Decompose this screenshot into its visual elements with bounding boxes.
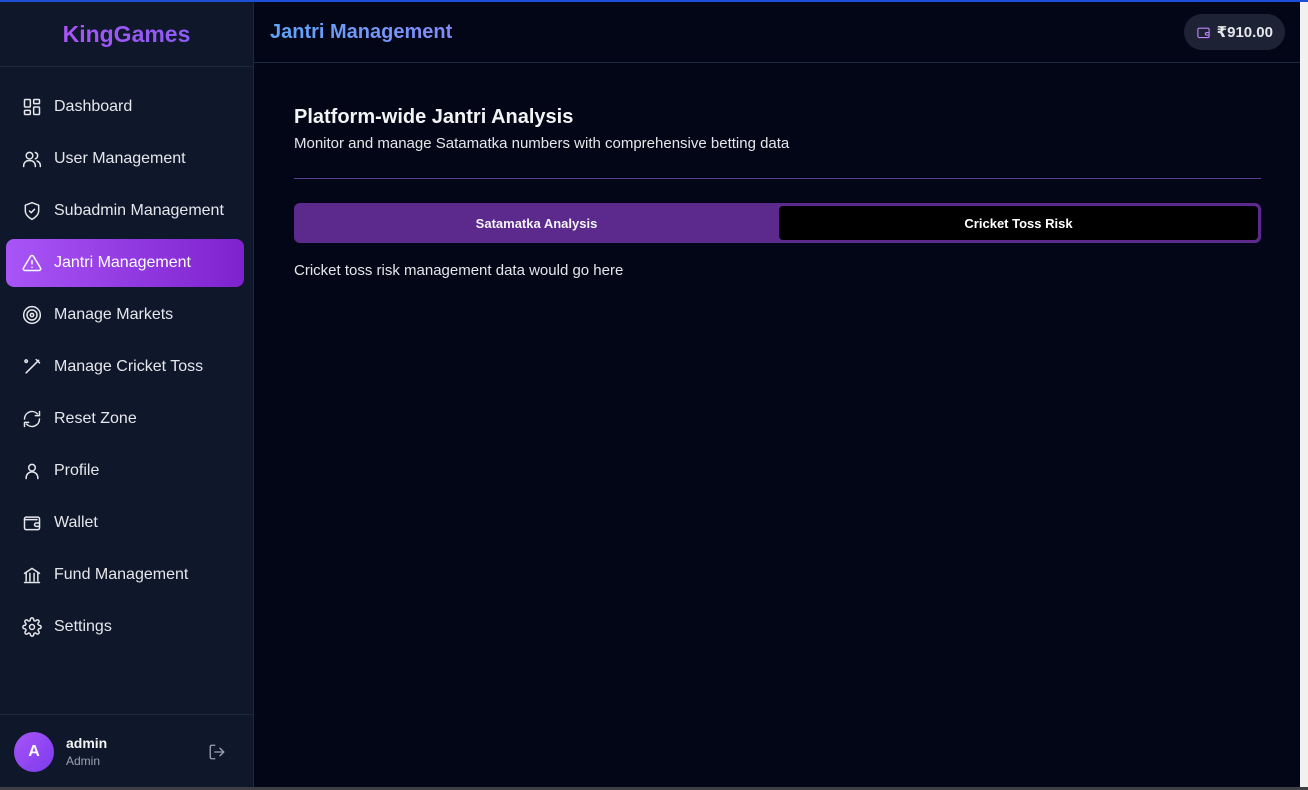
dashboard-icon: [22, 97, 42, 117]
sidebar-item-label: Profile: [54, 462, 100, 479]
cricket-bat-icon: [22, 357, 42, 377]
user-profile-box: A admin Admin: [0, 714, 253, 788]
sidebar-item-label: Manage Cricket Toss: [54, 358, 204, 375]
brand-name: KingGames: [62, 20, 191, 47]
brand-logo[interactable]: KingGames: [0, 2, 253, 67]
tab-cricket-toss-risk[interactable]: Cricket Toss Risk: [779, 206, 1258, 240]
refresh-icon: [22, 409, 42, 429]
main-content: Platform-wide Jantri Analysis Monitor an…: [294, 106, 1261, 279]
tab-satamatka-analysis[interactable]: Satamatka Analysis: [297, 206, 776, 240]
wallet-balance: ₹910.00: [1216, 24, 1273, 41]
tab-content-text: Cricket toss risk management data would …: [294, 262, 624, 279]
sidebar-item-label: Fund Management: [54, 566, 189, 583]
sidebar-item-label: Reset Zone: [54, 410, 137, 427]
wallet-icon: [1196, 27, 1210, 38]
bank-icon: [22, 565, 42, 585]
gear-icon: [22, 617, 42, 637]
scrollbar[interactable]: [1300, 2, 1308, 788]
header-title: Jantri Management: [270, 20, 453, 43]
user-role: Admin: [66, 754, 101, 768]
divider: [294, 178, 1261, 179]
sidebar-item-manage-cricket-toss[interactable]: Manage Cricket Toss: [6, 343, 244, 391]
sidebar-item-label: Manage Markets: [54, 306, 174, 323]
sidebar-item-user-management[interactable]: User Management: [6, 135, 244, 183]
user-icon: [22, 461, 42, 481]
sidebar-item-manage-markets[interactable]: Manage Markets: [6, 291, 244, 339]
sidebar: KingGames Dashboard User Management Suba…: [0, 2, 254, 788]
users-icon: [22, 149, 42, 169]
tab-bar: Satamatka Analysis Cricket Toss Risk: [294, 203, 1261, 243]
sidebar-item-label: Dashboard: [54, 98, 133, 115]
avatar[interactable]: A: [14, 731, 54, 772]
sidebar-item-settings[interactable]: Settings: [6, 603, 244, 651]
target-icon: [22, 305, 42, 325]
sidebar-item-fund-management[interactable]: Fund Management: [6, 551, 244, 599]
alert-triangle-icon: [22, 253, 42, 273]
logout-icon[interactable]: [208, 743, 226, 761]
wallet-icon: [22, 513, 42, 533]
sidebar-item-subadmin-management[interactable]: Subadmin Management: [6, 187, 244, 235]
shield-check-icon: [22, 201, 42, 221]
wallet-balance-button[interactable]: ₹910.00: [1183, 14, 1285, 50]
sidebar-nav: Dashboard User Management Subadmin Manag…: [0, 67, 253, 651]
sidebar-item-wallet[interactable]: Wallet: [6, 499, 244, 547]
user-name: admin: [66, 735, 108, 751]
sidebar-item-dashboard[interactable]: Dashboard: [6, 83, 244, 131]
page-subtitle: Monitor and manage Satamatka numbers wit…: [294, 135, 790, 152]
sidebar-item-profile[interactable]: Profile: [6, 447, 244, 495]
sidebar-item-label: Settings: [54, 618, 112, 635]
top-header: Jantri Management ₹910.00: [254, 2, 1300, 63]
user-info: admin Admin: [66, 735, 107, 768]
sidebar-item-label: Subadmin Management: [54, 202, 224, 219]
sidebar-item-label: User Management: [54, 150, 186, 167]
sidebar-item-jantri-management[interactable]: Jantri Management: [6, 239, 244, 287]
sidebar-item-label: Jantri Management: [54, 254, 191, 271]
sidebar-item-reset-zone[interactable]: Reset Zone: [6, 395, 244, 443]
page-title: Platform-wide Jantri Analysis: [294, 106, 574, 128]
sidebar-item-label: Wallet: [54, 514, 98, 531]
